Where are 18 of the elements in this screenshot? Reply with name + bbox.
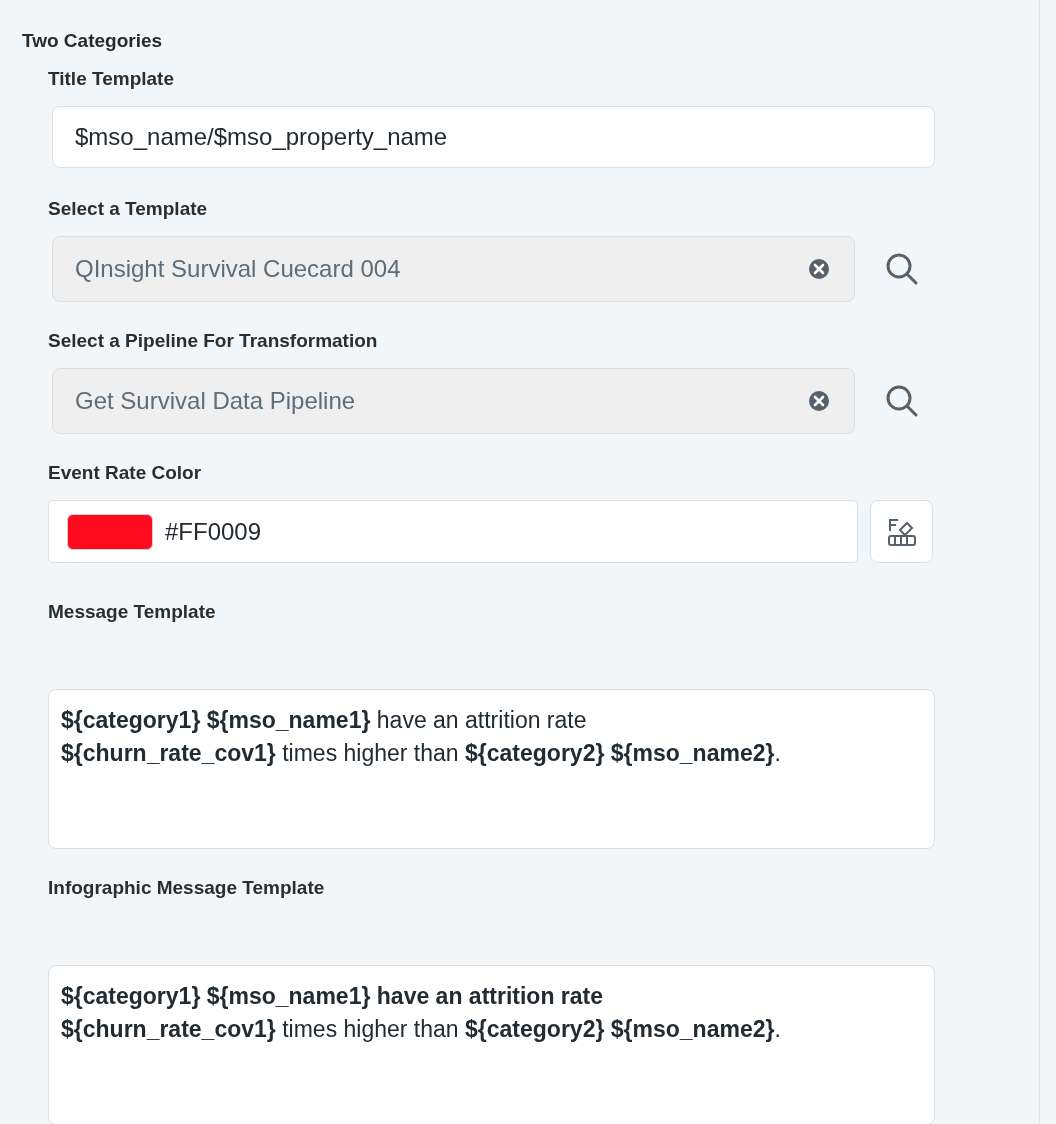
clear-icon[interactable] [808,390,830,412]
lookup-field[interactable]: Get Survival Data Pipeline [52,368,855,434]
search-icon[interactable] [885,252,919,286]
lookup-field[interactable]: QInsight Survival Cuecard 004 [52,236,855,302]
field-label: Infographic Message Template [48,877,326,899]
section-title: Two Categories [22,30,164,52]
field-label: Message Template [48,601,217,623]
text-field[interactable]: $mso_name/$mso_property_name [52,106,935,168]
color-picker-button[interactable] [870,500,933,563]
message-field[interactable]: ${category1} ${mso_name1} have an attrition rate ${churn_rate_cov1} times higher than ${category2} ${mso_name2}. [48,965,935,1124]
search-icon[interactable] [885,384,919,418]
clear-icon[interactable] [808,258,830,280]
message-field[interactable]: ${category1} ${mso_name1} have an attrition rate ${churn_rate_cov1} times higher than ${category2} ${mso_name2}. [48,689,935,849]
field-label: Select a Template [48,198,209,220]
field-label: Event Rate Color [48,462,203,484]
field-label: Title Template [48,68,175,90]
color-field[interactable]: #FF0009 [48,500,858,563]
field-label: Select a Pipeline For Transformation [48,330,379,352]
